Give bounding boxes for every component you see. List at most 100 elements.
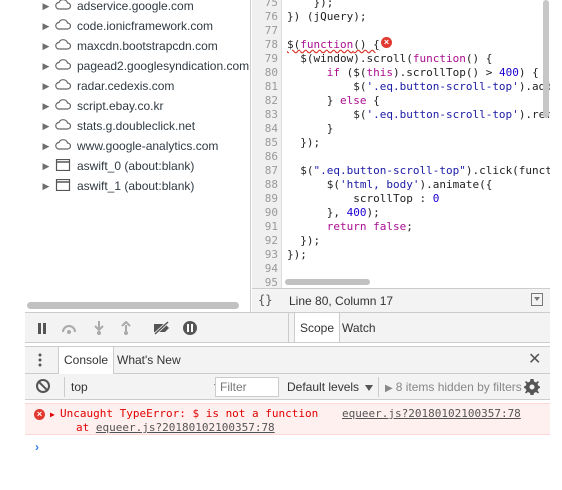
tree-item-label: code.ionicframework.com: [77, 19, 214, 33]
frame-icon: [55, 158, 71, 174]
line-number[interactable]: 81: [252, 80, 278, 94]
code-line[interactable]: 81 $('.eq.button-scroll-top').add: [252, 80, 550, 94]
code-text: });: [287, 0, 334, 9]
tab-watch[interactable]: Watch: [337, 313, 381, 343]
pause-on-exceptions-icon[interactable]: [182, 320, 198, 336]
pretty-print-button[interactable]: {}: [258, 293, 272, 307]
console-output[interactable]: × ▶ Uncaught TypeError: $ is not a funct…: [25, 400, 550, 490]
error-source-link[interactable]: equeer.js?20180102100357:78: [342, 407, 521, 420]
error-marker-icon[interactable]: ×: [381, 37, 392, 48]
expand-arrow-icon[interactable]: ▶: [39, 81, 53, 92]
context-selector[interactable]: top: [64, 377, 230, 397]
line-number[interactable]: 84: [252, 122, 278, 136]
line-number[interactable]: 82: [252, 94, 278, 108]
code-line[interactable]: 86: [252, 150, 550, 164]
expand-arrow-icon[interactable]: ▶: [39, 61, 53, 72]
tab-scope[interactable]: Scope: [294, 313, 341, 343]
line-number[interactable]: 93: [252, 248, 278, 262]
close-icon[interactable]: ✕: [528, 352, 541, 368]
code-line[interactable]: 84 }: [252, 122, 550, 136]
step-out-icon[interactable]: [118, 320, 134, 336]
tree-item-doubleclick[interactable]: ▶ stats.g.doubleclick.net: [25, 116, 196, 136]
line-number[interactable]: 86: [252, 150, 278, 164]
pause-icon[interactable]: [34, 320, 50, 336]
line-number[interactable]: 80: [252, 66, 278, 80]
expand-arrow-icon[interactable]: ▶: [39, 1, 53, 12]
code-line[interactable]: 91 return false;: [252, 220, 550, 234]
code-line[interactable]: 78 $(function() {: [252, 38, 550, 52]
more-vertical-icon[interactable]: [38, 353, 42, 367]
code-line[interactable]: 79 $(window).scroll(function() {: [252, 52, 550, 66]
code-text: }, 400);: [287, 206, 380, 219]
tree-item-label: aswift_0 (about:blank): [77, 159, 195, 173]
code-line[interactable]: 83 $('.eq.button-scroll-top').rem: [252, 108, 550, 122]
line-number[interactable]: 75: [252, 0, 278, 10]
code-line[interactable]: 94: [252, 262, 550, 276]
line-number[interactable]: 76: [252, 10, 278, 24]
code-line[interactable]: 87 $(".eq.button-scroll-top").click(func…: [252, 164, 550, 178]
line-number[interactable]: 92: [252, 234, 278, 248]
code-line[interactable]: 90 }, 400);: [252, 206, 550, 220]
code-line[interactable]: 75 });: [252, 0, 550, 10]
clear-console-icon[interactable]: [36, 379, 50, 393]
expand-arrow-icon[interactable]: ▶: [39, 181, 53, 192]
filter-input[interactable]: [215, 377, 279, 397]
tree-item-googlesyndication[interactable]: ▶ pagead2.googlesyndication.com: [25, 56, 250, 76]
step-over-icon[interactable]: [61, 320, 77, 336]
code-line[interactable]: 76 }) (jQuery);: [252, 10, 550, 24]
step-into-icon[interactable]: [91, 320, 107, 336]
code-line[interactable]: 92 });: [252, 234, 550, 248]
line-number[interactable]: 88: [252, 178, 278, 192]
tree-item-bootstrapcdn[interactable]: ▶ maxcdn.bootstrapcdn.com: [25, 36, 218, 56]
code-editor[interactable]: 75 }); 76}) (jQuery); 77 78 $(function() {79…: [252, 0, 550, 288]
line-number[interactable]: 94: [252, 262, 278, 276]
line-number[interactable]: 85: [252, 136, 278, 150]
console-error-message[interactable]: × ▶ Uncaught TypeError: $ is not a funct…: [25, 403, 550, 435]
code-line[interactable]: 89 scrollTop : 0: [252, 192, 550, 206]
expand-arrow-icon[interactable]: ▶: [50, 410, 55, 419]
cloud-icon: [55, 119, 72, 133]
tab-console[interactable]: Console: [58, 347, 115, 374]
log-levels-selector[interactable]: Default levels: [287, 377, 374, 397]
line-number[interactable]: 87: [252, 164, 278, 178]
tree-item-adservice[interactable]: ▶ adservice.google.com: [25, 0, 194, 16]
line-number[interactable]: 91: [252, 220, 278, 234]
line-number[interactable]: 77: [252, 24, 278, 38]
expand-arrow-icon[interactable]: ▶: [39, 101, 53, 112]
tree-item-google-analytics[interactable]: ▶ www.google-analytics.com: [25, 136, 219, 156]
code-text: $('.eq.button-scroll-top').rem: [287, 108, 550, 121]
expand-arrow-icon[interactable]: ▶: [39, 41, 53, 52]
line-number[interactable]: 83: [252, 108, 278, 122]
error-icon: ×: [34, 409, 45, 420]
expand-arrow-icon[interactable]: ▶: [39, 161, 53, 172]
gear-icon[interactable]: [523, 378, 541, 396]
tree-item-ionicframework[interactable]: ▶ code.ionicframework.com: [25, 16, 214, 36]
code-text: }) (jQuery);: [287, 10, 367, 23]
code-line[interactable]: 88 $('html, body').animate({: [252, 178, 550, 192]
console-prompt[interactable]: ›: [35, 440, 39, 454]
line-number[interactable]: 79: [252, 52, 278, 66]
code-line[interactable]: 77: [252, 24, 550, 38]
code-line[interactable]: 80 if ($(this).scrollTop() > 400) {: [252, 66, 550, 80]
expand-arrow-icon[interactable]: ▶: [39, 141, 53, 152]
tree-item-cedexis[interactable]: ▶ radar.cedexis.com: [25, 76, 175, 96]
code-line[interactable]: 85 });: [252, 136, 550, 150]
deactivate-breakpoints-icon[interactable]: [152, 320, 172, 336]
line-number[interactable]: 95: [252, 276, 278, 288]
tree-item-aswift-1[interactable]: ▶ aswift_1 (about:blank): [25, 176, 194, 196]
tab-whats-new[interactable]: What's New: [112, 347, 186, 374]
stack-source-link[interactable]: equeer.js?20180102100357:78: [96, 421, 275, 434]
editor-horizontal-scrollbar[interactable]: [285, 279, 370, 285]
code-line[interactable]: 93});: [252, 248, 550, 262]
line-number[interactable]: 78: [252, 38, 278, 52]
tree-item-ebay[interactable]: ▶ script.ebay.co.kr: [25, 96, 164, 116]
toggle-sidebar-icon[interactable]: [531, 293, 543, 306]
editor-vertical-scrollbar[interactable]: [543, 0, 549, 118]
tree-item-aswift-0[interactable]: ▶ aswift_0 (about:blank): [25, 156, 194, 176]
line-number[interactable]: 90: [252, 206, 278, 220]
expand-arrow-icon[interactable]: ▶: [39, 21, 53, 32]
expand-arrow-icon[interactable]: ▶: [39, 121, 53, 132]
code-line[interactable]: 82 } else {: [252, 94, 550, 108]
line-number[interactable]: 89: [252, 192, 278, 206]
tree-horizontal-scrollbar[interactable]: [27, 302, 239, 309]
